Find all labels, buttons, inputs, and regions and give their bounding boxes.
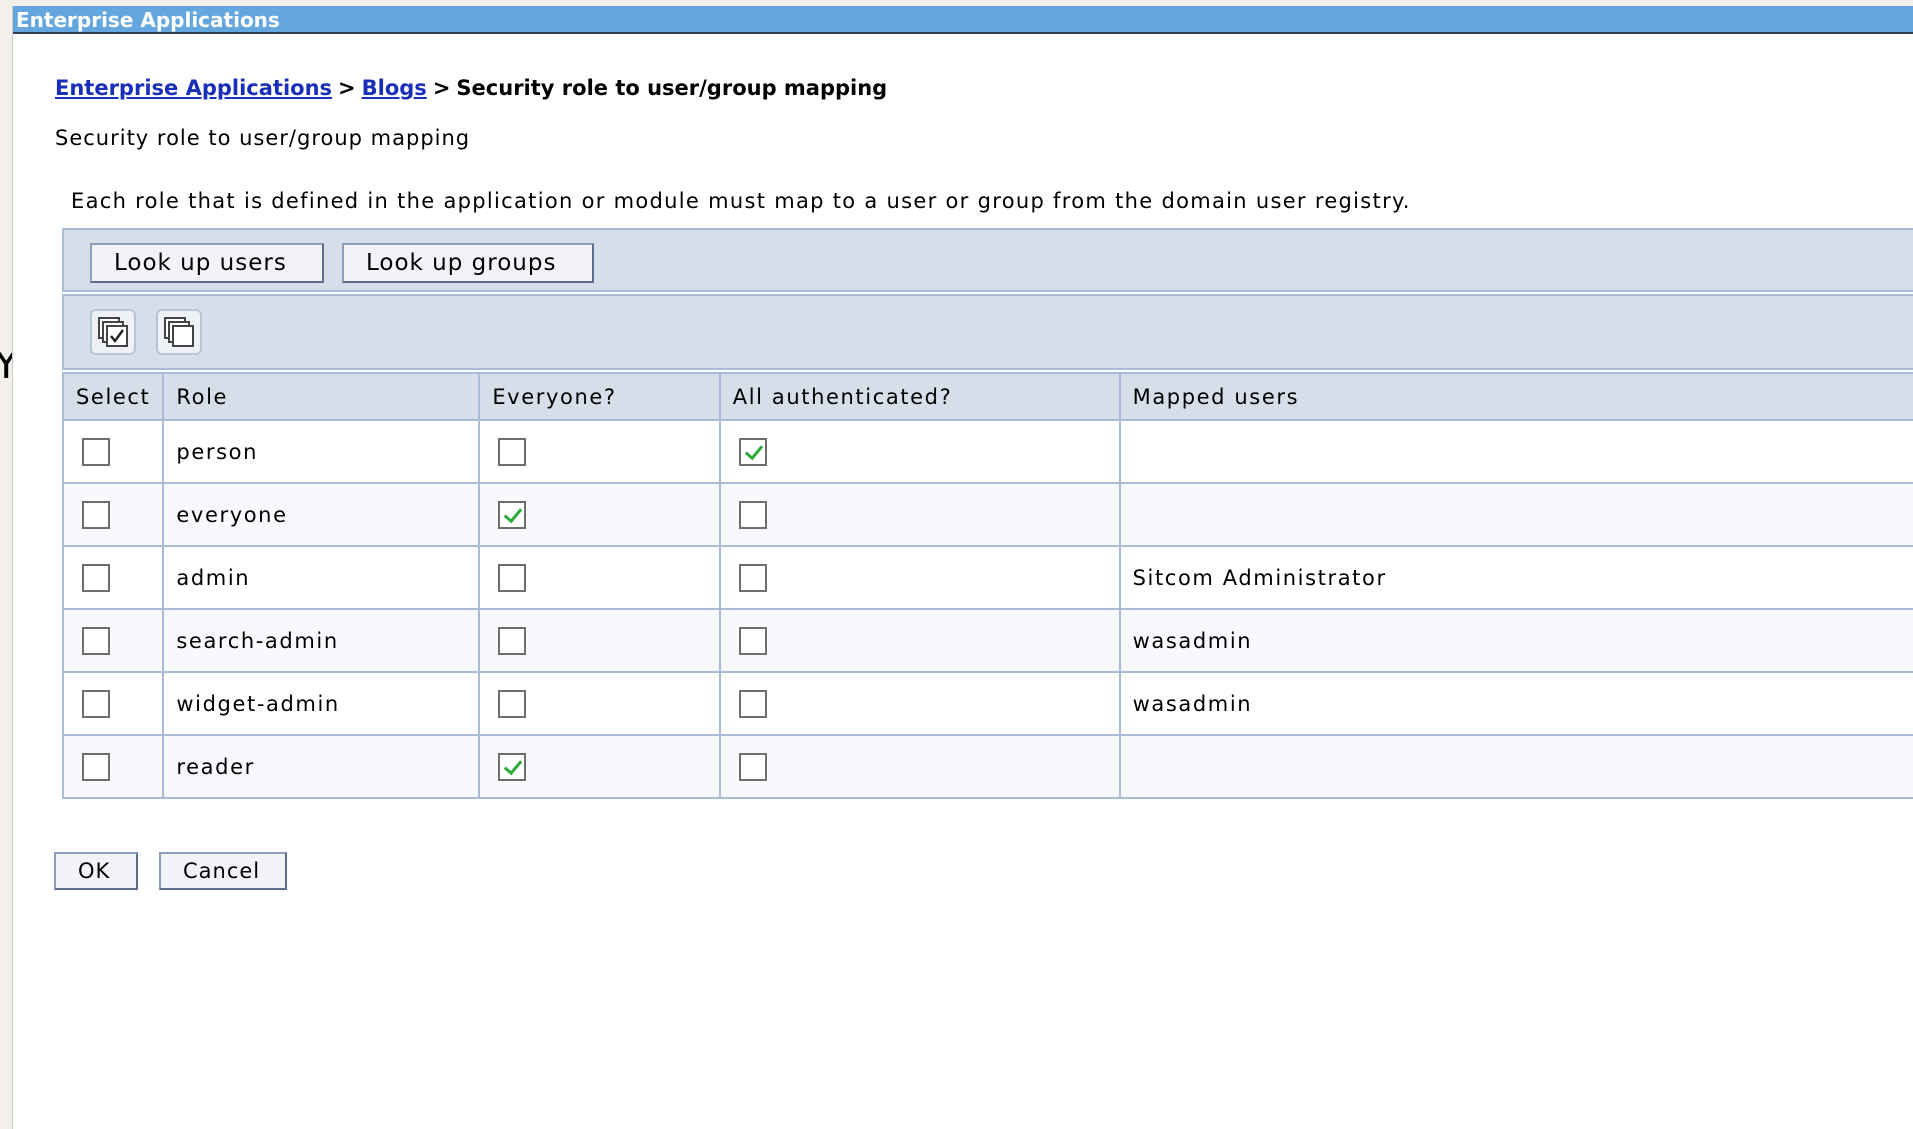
breadcrumb-separator: > (338, 76, 356, 100)
select-cell (61, 671, 165, 736)
role-mapping-panel: Look up users Look up groups Select Role… (61, 228, 1913, 799)
all-authenticated-checkbox[interactable] (738, 689, 767, 718)
role-name: everyone (162, 482, 481, 547)
all-authenticated-checkbox[interactable] (738, 626, 767, 655)
table-row: reader (61, 734, 1913, 799)
all-authenticated-checkbox[interactable] (738, 437, 767, 466)
role-name: search-admin (162, 608, 481, 673)
ok-button[interactable]: OK (54, 852, 138, 890)
breadcrumb-link-enterprise-applications[interactable]: Enterprise Applications (55, 76, 332, 100)
all-authenticated-cell (718, 608, 1121, 673)
table-header-row: Select Role Everyone? All authenticated?… (61, 372, 1913, 421)
all-authenticated-cell (718, 545, 1121, 610)
mapped-users: Sitcom Administrator (1118, 545, 1913, 610)
select-cell (61, 482, 165, 547)
all-authenticated-checkbox[interactable] (738, 752, 767, 781)
everyone-cell (478, 545, 721, 610)
breadcrumb-current: Security role to user/group mapping (456, 76, 888, 100)
select-checkbox[interactable] (82, 626, 110, 655)
page-title: Security role to user/group mapping (55, 126, 471, 150)
breadcrumb-link-blogs[interactable]: Blogs (362, 76, 427, 100)
everyone-cell (478, 734, 721, 799)
everyone-checkbox[interactable] (498, 689, 527, 718)
select-checkbox[interactable] (82, 500, 110, 529)
deselect-all-icon[interactable] (156, 309, 202, 355)
all-authenticated-cell (718, 419, 1121, 484)
header-all-authenticated: All authenticated? (718, 372, 1121, 421)
role-name: admin (162, 545, 481, 610)
cancel-button[interactable]: Cancel (159, 852, 287, 890)
header-everyone: Everyone? (478, 372, 721, 421)
all-authenticated-cell (718, 671, 1121, 736)
look-up-groups-button[interactable]: Look up groups (342, 243, 594, 283)
everyone-cell (478, 608, 721, 673)
select-all-icon[interactable] (90, 309, 136, 355)
role-name: reader (162, 734, 481, 799)
all-authenticated-checkbox[interactable] (738, 563, 767, 592)
role-name: widget-admin (162, 671, 481, 736)
all-authenticated-cell (718, 482, 1121, 547)
select-cell (61, 545, 165, 610)
select-checkbox[interactable] (82, 752, 110, 781)
look-up-users-button[interactable]: Look up users (90, 243, 324, 283)
everyone-cell (478, 482, 721, 547)
all-authenticated-cell (718, 734, 1121, 799)
breadcrumb-separator: > (432, 76, 451, 100)
everyone-checkbox[interactable] (498, 437, 527, 466)
everyone-cell (478, 671, 721, 736)
page-description: Each role that is defined in the applica… (71, 189, 1411, 213)
everyone-cell (478, 419, 721, 484)
everyone-checkbox[interactable] (498, 626, 527, 655)
breadcrumb: Enterprise Applications > Blogs > Security r… (55, 76, 887, 100)
roles-table-body: person everyone admin Sitcom Administrator s… (61, 419, 1913, 799)
everyone-checkbox[interactable] (498, 752, 527, 781)
content-frame: Enterprise Applications Enterprise Appli… (12, 6, 1913, 1129)
role-name: person (162, 419, 481, 484)
table-row: search-admin wasadmin (61, 608, 1913, 673)
table-row: person (61, 419, 1913, 484)
window-title: Enterprise Applications (13, 6, 1913, 34)
table-row: everyone (61, 482, 1913, 547)
select-checkbox[interactable] (82, 437, 110, 466)
lookup-toolbar: Look up users Look up groups (62, 228, 1913, 292)
header-mapped-users: Mapped users (1118, 372, 1913, 421)
selection-toolbar (62, 294, 1913, 370)
select-checkbox[interactable] (82, 563, 110, 592)
mapped-users: wasadmin (1118, 608, 1913, 673)
mapped-users (1118, 419, 1913, 484)
select-checkbox[interactable] (82, 689, 110, 718)
header-role: Role (162, 372, 481, 421)
mapped-users (1118, 482, 1913, 547)
roles-table: Select Role Everyone? All authenticated?… (61, 372, 1913, 799)
select-cell (61, 419, 165, 484)
all-authenticated-checkbox[interactable] (738, 500, 767, 529)
mapped-users: wasadmin (1118, 671, 1913, 736)
everyone-checkbox[interactable] (498, 563, 527, 592)
header-select: Select (61, 372, 165, 421)
everyone-checkbox[interactable] (498, 500, 527, 529)
table-row: admin Sitcom Administrator (61, 545, 1913, 610)
table-row: widget-admin wasadmin (61, 671, 1913, 736)
select-cell (61, 734, 165, 799)
select-cell (61, 608, 165, 673)
mapped-users (1118, 734, 1913, 799)
